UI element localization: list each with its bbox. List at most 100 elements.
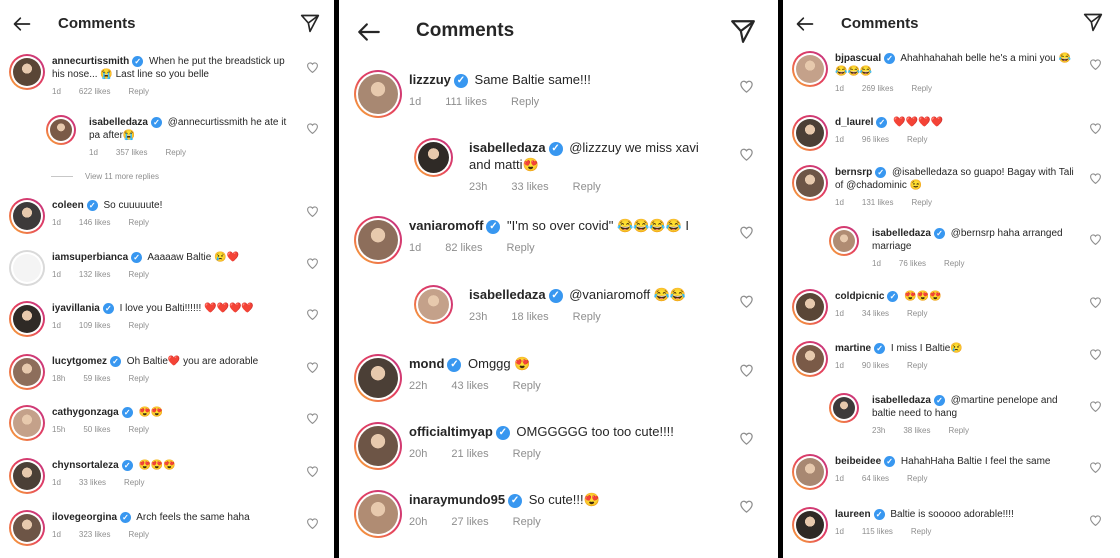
like-heart-icon[interactable] [306,308,319,321]
username[interactable]: isabelledaza [469,140,546,155]
like-count[interactable]: 115 likes [862,527,893,536]
username[interactable]: cathygonzaga [52,407,119,418]
like-heart-icon[interactable] [306,412,319,425]
avatar[interactable] [792,454,828,490]
reply-button[interactable]: Reply [507,242,535,254]
like-heart-icon[interactable] [1089,233,1102,246]
like-heart-icon[interactable] [1089,172,1102,185]
avatar[interactable] [792,51,828,87]
like-heart-icon[interactable] [739,431,754,446]
send-icon[interactable] [300,13,320,33]
avatar[interactable] [9,405,45,441]
username[interactable]: iamsuperbianca [52,252,128,263]
avatar[interactable] [9,198,45,234]
view-more-label[interactable]: View 11 more replies [85,172,159,181]
avatar[interactable] [829,226,859,256]
reply-button[interactable]: Reply [128,270,148,279]
avatar[interactable] [9,458,45,494]
back-arrow-icon[interactable] [12,14,32,34]
reply-button[interactable]: Reply [948,426,968,435]
reply-button[interactable]: Reply [944,259,964,268]
avatar[interactable] [354,490,402,538]
avatar[interactable] [354,354,402,402]
reply-button[interactable]: Reply [124,478,144,487]
avatar[interactable] [414,138,453,177]
like-count[interactable]: 132 likes [79,270,111,279]
like-count[interactable]: 76 likes [899,259,926,268]
reply-button[interactable]: Reply [907,135,927,144]
like-heart-icon[interactable] [1089,296,1102,309]
send-icon[interactable] [1083,12,1103,32]
like-heart-icon[interactable] [1089,514,1102,527]
username[interactable]: coleen [52,200,84,211]
avatar[interactable] [792,115,828,151]
avatar[interactable] [354,70,402,118]
username[interactable]: laureen [835,509,871,520]
like-count[interactable]: 323 likes [79,530,111,539]
reply-button[interactable]: Reply [128,530,148,539]
reply-button[interactable]: Reply [911,198,931,207]
reply-button[interactable]: Reply [128,425,148,434]
reply-button[interactable]: Reply [511,96,539,108]
username[interactable]: lizzzuy [409,72,451,87]
like-heart-icon[interactable] [739,225,754,240]
like-heart-icon[interactable] [306,61,319,74]
reply-button[interactable]: Reply [911,84,931,93]
avatar[interactable] [792,507,828,543]
reply-button[interactable]: Reply [907,474,927,483]
like-count[interactable]: 43 likes [451,380,488,392]
like-heart-icon[interactable] [739,79,754,94]
avatar[interactable] [354,216,402,264]
like-count[interactable]: 38 likes [903,426,930,435]
like-heart-icon[interactable] [306,361,319,374]
like-count[interactable]: 82 likes [445,242,482,254]
avatar[interactable] [792,341,828,377]
reply-button[interactable]: Reply [513,516,541,528]
like-count[interactable]: 64 likes [862,474,889,483]
reply-button[interactable]: Reply [513,380,541,392]
like-heart-icon[interactable] [1089,461,1102,474]
username[interactable]: bernsrp [835,167,872,178]
avatar[interactable] [46,115,76,145]
like-count[interactable]: 50 likes [83,425,110,434]
avatar[interactable] [9,54,45,90]
back-arrow-icon[interactable] [795,14,815,34]
like-heart-icon[interactable] [306,257,319,270]
username[interactable]: lucytgomez [52,356,107,367]
send-icon[interactable] [730,18,756,44]
username[interactable]: vaniaromoff [409,218,483,233]
like-heart-icon[interactable] [306,122,319,135]
like-count[interactable]: 269 likes [862,84,894,93]
reply-button[interactable]: Reply [165,148,185,157]
reply-button[interactable]: Reply [128,218,148,227]
reply-button[interactable]: Reply [513,448,541,460]
username[interactable]: isabelledaza [872,228,931,239]
avatar[interactable] [792,165,828,201]
like-heart-icon[interactable] [1089,122,1102,135]
like-count[interactable]: 109 likes [79,321,111,330]
like-heart-icon[interactable] [1089,58,1102,71]
username[interactable]: mond [409,356,444,371]
username[interactable]: isabelledaza [469,287,546,302]
like-count[interactable]: 18 likes [511,311,548,323]
avatar[interactable] [9,510,45,546]
reply-button[interactable]: Reply [128,87,148,96]
username[interactable]: iyavillania [52,303,100,314]
like-count[interactable]: 33 likes [511,181,548,193]
username[interactable]: coldpicnic [835,291,884,302]
like-count[interactable]: 96 likes [862,135,889,144]
like-heart-icon[interactable] [306,205,319,218]
username[interactable]: beibeidee [835,456,881,467]
username[interactable]: ilovegeorgina [52,512,117,523]
like-heart-icon[interactable] [306,465,319,478]
username[interactable]: d_laurel [835,117,873,128]
avatar[interactable] [829,393,859,423]
like-count[interactable]: 21 likes [451,448,488,460]
like-count[interactable]: 146 likes [79,218,111,227]
username[interactable]: chynsortaleza [52,460,119,471]
reply-button[interactable]: Reply [907,309,927,318]
like-count[interactable]: 59 likes [83,374,110,383]
like-count[interactable]: 27 likes [451,516,488,528]
avatar[interactable] [9,301,45,337]
username[interactable]: bjpascual [835,53,881,64]
